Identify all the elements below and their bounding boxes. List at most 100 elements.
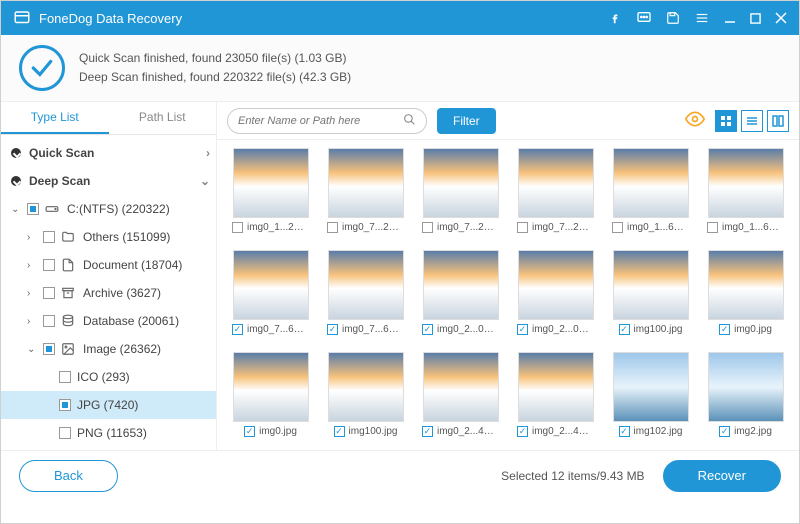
back-button[interactable]: Back bbox=[19, 460, 118, 492]
checkbox-icon[interactable] bbox=[43, 343, 55, 355]
view-detail-button[interactable] bbox=[767, 110, 789, 132]
file-tile[interactable]: img0_2...00.jpg bbox=[512, 250, 599, 346]
thumbnail[interactable] bbox=[518, 352, 594, 422]
file-checkbox[interactable] bbox=[619, 426, 630, 437]
thumbnail[interactable] bbox=[233, 352, 309, 422]
checkbox-icon[interactable] bbox=[43, 231, 55, 243]
file-checkbox[interactable] bbox=[422, 222, 433, 233]
document-icon bbox=[61, 258, 77, 272]
file-tile[interactable]: img0_7...24.jpg bbox=[417, 148, 504, 244]
file-checkbox[interactable] bbox=[517, 222, 528, 233]
file-checkbox[interactable] bbox=[422, 324, 433, 335]
file-checkbox[interactable] bbox=[719, 324, 730, 335]
tree-database[interactable]: › Database (20061) bbox=[1, 307, 216, 335]
tab-path-list[interactable]: Path List bbox=[109, 102, 217, 134]
maximize-icon[interactable] bbox=[750, 13, 761, 24]
file-checkbox[interactable] bbox=[612, 222, 623, 233]
thumbnail[interactable] bbox=[613, 250, 689, 320]
tree-archive[interactable]: › Archive (3627) bbox=[1, 279, 216, 307]
tab-type-list[interactable]: Type List bbox=[1, 102, 109, 134]
thumbnail[interactable] bbox=[518, 250, 594, 320]
tree-jpg[interactable]: JPG (7420) bbox=[1, 391, 216, 419]
tree-quick-scan[interactable]: Quick Scan › bbox=[1, 139, 216, 167]
file-tile[interactable]: img0_1...60.jpg bbox=[607, 148, 694, 244]
thumbnail[interactable] bbox=[328, 250, 404, 320]
thumbnail[interactable] bbox=[423, 250, 499, 320]
thumbnail[interactable] bbox=[613, 148, 689, 218]
checkbox-icon[interactable] bbox=[59, 371, 71, 383]
view-grid-button[interactable] bbox=[715, 110, 737, 132]
thumbnail[interactable] bbox=[423, 148, 499, 218]
file-checkbox[interactable] bbox=[232, 324, 243, 335]
file-tile[interactable]: img0.jpg bbox=[227, 352, 314, 448]
tree-document[interactable]: › Document (18704) bbox=[1, 251, 216, 279]
titlebar: FoneDog Data Recovery bbox=[1, 1, 799, 35]
checkbox-icon[interactable] bbox=[43, 259, 55, 271]
thumbnail[interactable] bbox=[233, 148, 309, 218]
deep-scan-status: Deep Scan finished, found 220322 file(s)… bbox=[79, 68, 351, 87]
checkbox-icon[interactable] bbox=[43, 315, 55, 327]
checkbox-icon[interactable] bbox=[27, 203, 39, 215]
file-tile[interactable]: img2.jpg bbox=[702, 352, 789, 448]
file-tile[interactable]: img0_2...40.jpg bbox=[417, 352, 504, 448]
tree-deep-scan[interactable]: Deep Scan ⌄ bbox=[1, 167, 216, 195]
file-checkbox[interactable] bbox=[244, 426, 255, 437]
file-tile[interactable]: img0_7...24.jpg bbox=[322, 148, 409, 244]
file-tile[interactable]: img0_7...66.jpg bbox=[322, 250, 409, 346]
filter-button[interactable]: Filter bbox=[437, 108, 496, 134]
caret-icon: ⌄ bbox=[11, 204, 23, 215]
tree-png[interactable]: PNG (11653) bbox=[1, 419, 216, 447]
facebook-icon[interactable] bbox=[608, 11, 622, 25]
menu-icon[interactable] bbox=[694, 11, 710, 25]
thumbnail[interactable] bbox=[233, 250, 309, 320]
file-tile[interactable]: img0.jpg bbox=[702, 250, 789, 346]
file-tile[interactable]: img0_2...00.jpg bbox=[417, 250, 504, 346]
file-checkbox[interactable] bbox=[707, 222, 718, 233]
tree-image[interactable]: ⌄ Image (26362) bbox=[1, 335, 216, 363]
file-tile[interactable]: img100.jpg bbox=[322, 352, 409, 448]
file-checkbox[interactable] bbox=[517, 426, 528, 437]
feedback-icon[interactable] bbox=[636, 10, 652, 26]
thumbnail[interactable] bbox=[708, 250, 784, 320]
search-box[interactable] bbox=[227, 108, 427, 134]
file-tile[interactable]: img102.jpg bbox=[607, 352, 694, 448]
tree-ico[interactable]: ICO (293) bbox=[1, 363, 216, 391]
checkbox-icon[interactable] bbox=[43, 287, 55, 299]
file-checkbox[interactable] bbox=[619, 324, 630, 335]
thumbnail[interactable] bbox=[328, 352, 404, 422]
file-tile[interactable]: img0_1...20.jpg bbox=[227, 148, 314, 244]
save-icon[interactable] bbox=[666, 11, 680, 25]
file-checkbox[interactable] bbox=[327, 222, 338, 233]
tree-others[interactable]: › Others (151099) bbox=[1, 223, 216, 251]
search-icon[interactable] bbox=[403, 113, 416, 129]
file-tile[interactable]: img0_7...24.jpg bbox=[512, 148, 599, 244]
checkbox-icon[interactable] bbox=[59, 427, 71, 439]
file-tile[interactable]: img0_2...40.jpg bbox=[512, 352, 599, 448]
preview-icon[interactable] bbox=[685, 109, 705, 132]
thumbnail[interactable] bbox=[328, 148, 404, 218]
file-tile[interactable]: img100.jpg bbox=[607, 250, 694, 346]
view-list-button[interactable] bbox=[741, 110, 763, 132]
caret-icon: ⌄ bbox=[27, 344, 39, 355]
search-input[interactable] bbox=[238, 115, 403, 127]
file-name: img0_1...60.jpg bbox=[627, 222, 689, 233]
thumbnail[interactable] bbox=[518, 148, 594, 218]
close-icon[interactable] bbox=[775, 12, 787, 24]
file-tile[interactable]: img0_7...66.jpg bbox=[227, 250, 314, 346]
minimize-icon[interactable] bbox=[724, 12, 736, 24]
file-checkbox[interactable] bbox=[422, 426, 433, 437]
file-checkbox[interactable] bbox=[517, 324, 528, 335]
sidebar-tree: Quick Scan › Deep Scan ⌄ ⌄ C:(NTFS) (220… bbox=[1, 135, 217, 450]
file-tile[interactable]: img0_1...60.jpg bbox=[702, 148, 789, 244]
thumbnail[interactable] bbox=[708, 148, 784, 218]
recover-button[interactable]: Recover bbox=[663, 460, 781, 492]
checkbox-icon[interactable] bbox=[59, 399, 71, 411]
thumbnail[interactable] bbox=[708, 352, 784, 422]
thumbnail[interactable] bbox=[613, 352, 689, 422]
tree-drive-c[interactable]: ⌄ C:(NTFS) (220322) bbox=[1, 195, 216, 223]
file-checkbox[interactable] bbox=[327, 324, 338, 335]
thumbnail[interactable] bbox=[423, 352, 499, 422]
file-checkbox[interactable] bbox=[232, 222, 243, 233]
file-checkbox[interactable] bbox=[334, 426, 345, 437]
file-checkbox[interactable] bbox=[719, 426, 730, 437]
